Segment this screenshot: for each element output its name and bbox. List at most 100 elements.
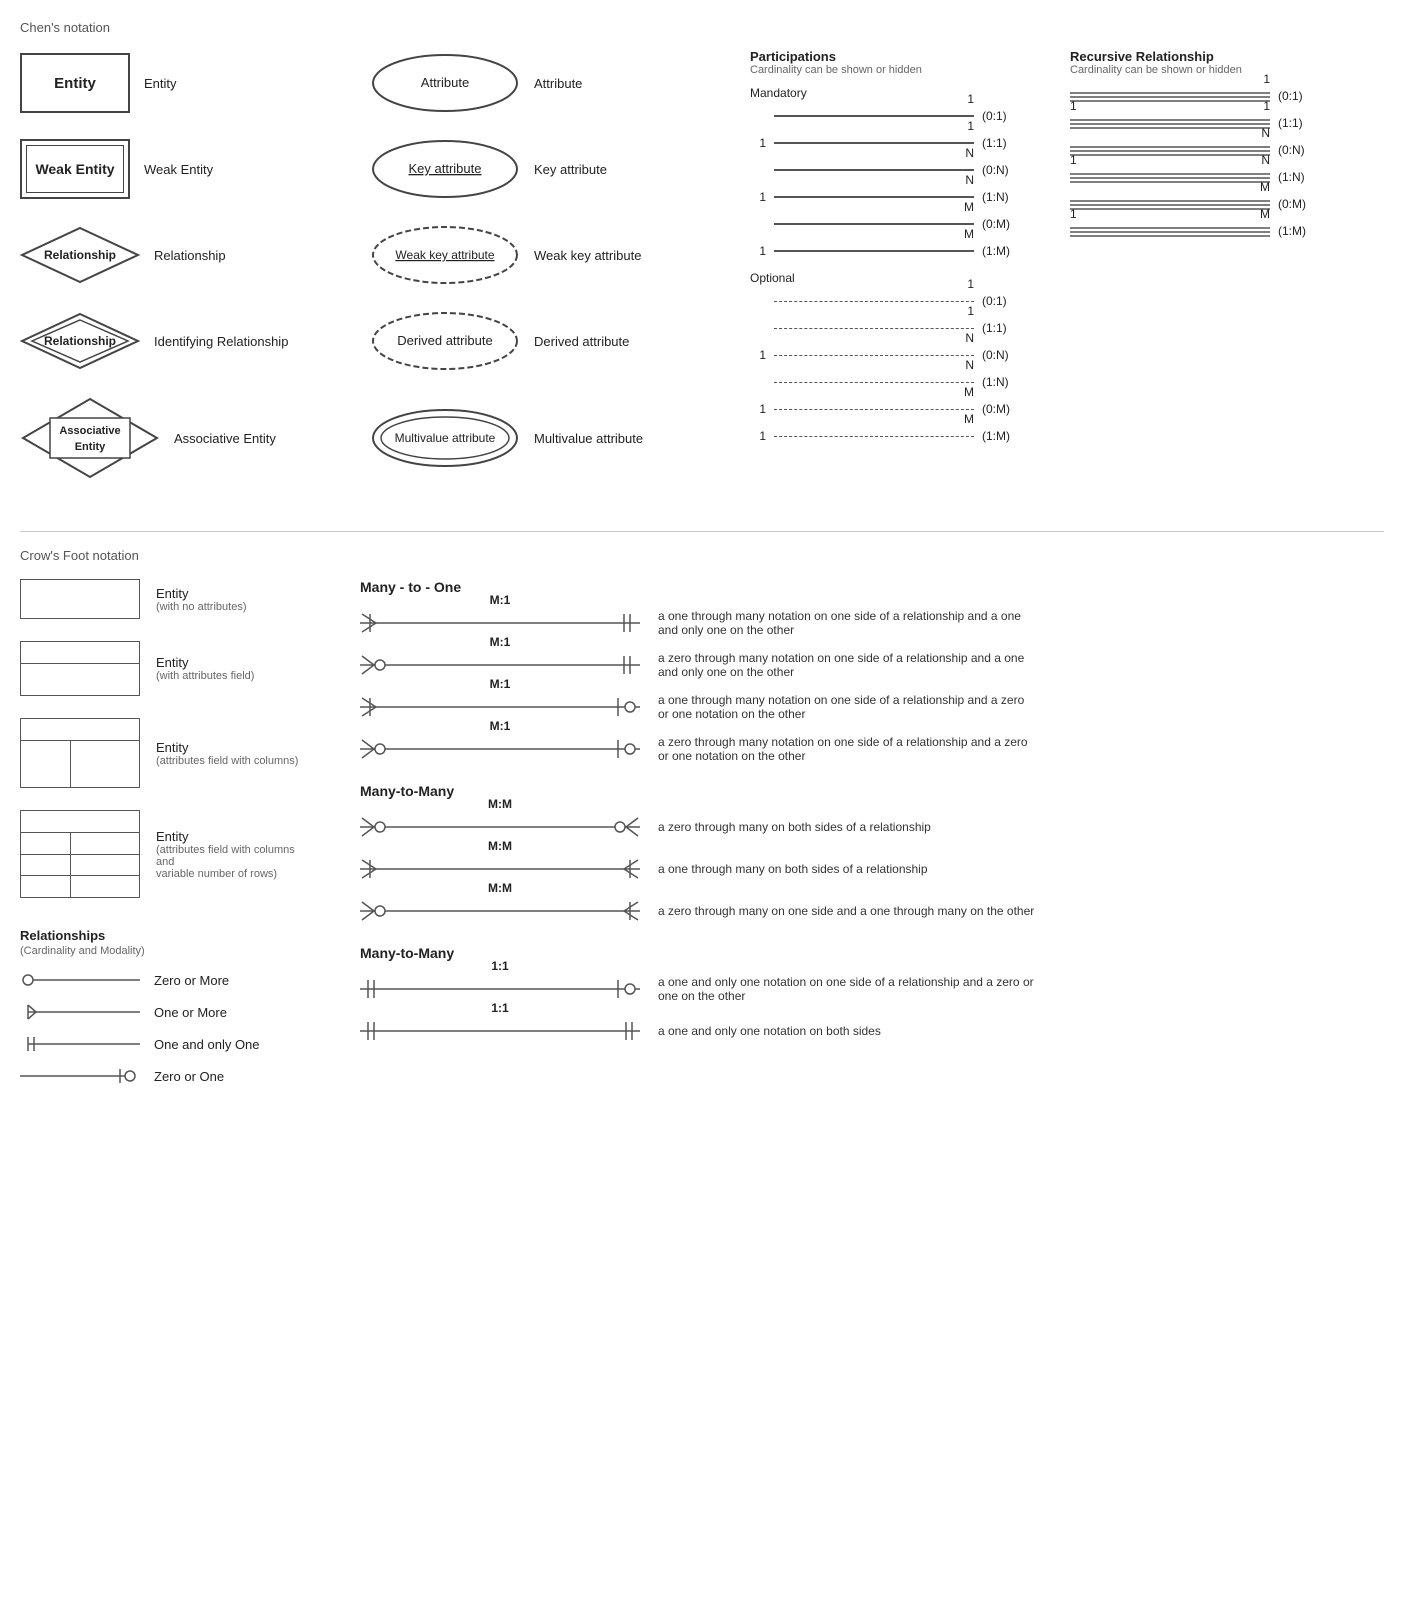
weak-key-attribute-desc: Weak key attribute [534, 248, 641, 263]
crows-title: Crow's Foot notation [20, 548, 1384, 563]
entity-box: Entity [20, 53, 130, 113]
relationships-subtitle: (Cardinality and Modality) [20, 945, 340, 957]
participations-title: Participations [750, 49, 1030, 64]
many-to-many-title: Many-to-Many [360, 783, 1384, 799]
mm-row-1: M:M a zero through [360, 813, 1384, 841]
part-row-o01: 1 (0:1) [750, 291, 1030, 311]
attribute-row: Attribute Attribute [370, 49, 730, 117]
svg-text:Multivalue attribute: Multivalue attribute [395, 431, 496, 445]
crow-attrs-entity-box [20, 641, 140, 696]
page-wrapper: Chen's notation Entity Entity Weak Entit… [20, 20, 1384, 1097]
mandatory-label: Mandatory [750, 86, 1030, 100]
rec-notation-01: (0:1) [1278, 89, 1303, 103]
many-to-one-title: Many - to - One [360, 579, 1384, 595]
entity-row: Entity Entity [20, 49, 360, 117]
svg-text:Associative: Associative [59, 425, 120, 437]
crow-plain-entity-box [20, 579, 140, 619]
rec-row-0N: N (0:N) [1070, 140, 1330, 160]
mm-desc-2: a one through many on both sides of a re… [658, 862, 928, 876]
crows-right-col: Many - to - One M:1 [360, 579, 1384, 1059]
chens-entities-col: Entity Entity Weak Entity Weak Entity [20, 49, 360, 501]
crow-cols-entity-box [20, 718, 140, 788]
entity-desc: Entity [144, 76, 177, 91]
rel-sym-one-one-row: One and only One [20, 1033, 340, 1055]
relationships-title: Relationships [20, 928, 340, 943]
crows-section: Crow's Foot notation Entity (with no att… [20, 531, 1384, 1097]
mm-row-3: M:M a zero through [360, 897, 1384, 925]
part-notation-m0M: (0:M) [982, 217, 1010, 231]
part-notation-m11: (1:1) [982, 136, 1007, 150]
mm-row-2: M:M a one through [360, 855, 1384, 883]
weak-key-attribute-ellipse: Weak key attribute [370, 224, 520, 286]
crow-attrs-entity-label: Entity [156, 655, 254, 670]
oo-row-2: 1:1 a one and only one notation on both … [360, 1017, 1384, 1045]
m1-row-1: M:1 a one through [360, 609, 1384, 637]
assoc-entity-desc: Associative Entity [174, 431, 276, 446]
crow-plain-entity-sublabel: (with no attributes) [156, 601, 246, 613]
crow-attrs-entity-sublabel: (with attributes field) [156, 670, 254, 682]
part-notation-m1M: (1:M) [982, 244, 1010, 258]
key-attribute-desc: Key attribute [534, 162, 607, 177]
relationship-desc: Relationship [154, 248, 226, 263]
chens-attributes-col: Attribute Attribute Key attribute Key at… [370, 49, 730, 501]
rec-row-01: 1 (0:1) [1070, 86, 1330, 106]
m1-row-4: M:1 a zero through [360, 735, 1384, 763]
rel-sym-one-more-row: One or More [20, 1001, 340, 1023]
mm-desc-3: a zero through many on one side and a on… [658, 904, 1034, 918]
svg-text:Relationship: Relationship [44, 334, 116, 348]
multivalue-attribute-row: Multivalue attribute Multivalue attribut… [370, 393, 730, 483]
crow-varrows-entity-sublabel: (attributes field with columns and varia… [156, 844, 296, 880]
chens-section: Chen's notation Entity Entity Weak Entit… [20, 20, 1384, 501]
assoc-entity-shape: Associative Entity [20, 396, 160, 481]
crow-cols-entity-sublabel: (attributes field with columns) [156, 755, 298, 767]
identifying-relationship-row: Relationship Identifying Relationship [20, 307, 360, 375]
recursive-col: Recursive Relationship Cardinality can b… [1070, 49, 1330, 501]
entity-label: Entity [54, 75, 96, 92]
part-row-o11: 1 (1:1) [750, 318, 1030, 338]
crow-plain-entity-row: Entity (with no attributes) [20, 579, 340, 619]
m1-desc-2: a zero through many notation on one side… [658, 651, 1038, 679]
crow-cols-entity-row: Entity (attributes field with columns) [20, 718, 340, 788]
part-row-m0M: M (0:M) [750, 214, 1030, 234]
m1-row-3: M:1 a one through many notation o [360, 693, 1384, 721]
m1-desc-4: a zero through many notation on one side… [658, 735, 1038, 763]
key-attribute-row: Key attribute Key attribute [370, 135, 730, 203]
svg-text:Key attribute: Key attribute [409, 161, 482, 176]
part-row-m11: 1 1 (1:1) [750, 133, 1030, 153]
weak-entity-box: Weak Entity [20, 139, 130, 199]
oo-row-1: 1:1 a one and only one notation on one s… [360, 975, 1384, 1003]
m1-row-2: M:1 a zero through [360, 651, 1384, 679]
part-notation-o1N: (1:N) [982, 375, 1009, 389]
rec-notation-0N: (0:N) [1278, 143, 1305, 157]
part-row-m1N: 1 N (1:N) [750, 187, 1030, 207]
part-row-o0M: 1 M (0:M) [750, 399, 1030, 419]
crow-attrs-entity-row: Entity (with attributes field) [20, 641, 340, 696]
svg-text:Entity: Entity [75, 441, 106, 453]
participations-col: Participations Cardinality can be shown … [750, 49, 1030, 501]
one-and-only-one-symbol [20, 1033, 140, 1055]
crow-varrows-entity-box [20, 810, 140, 898]
part-row-m01: 1 (0:1) [750, 106, 1030, 126]
part-notation-m1N: (1:N) [982, 190, 1009, 204]
svg-text:Weak key attribute: Weak key attribute [395, 248, 494, 262]
derived-attribute-row: Derived attribute Derived attribute [370, 307, 730, 375]
zero-or-one-symbol [20, 1065, 140, 1087]
relationship-diamond: Relationship [20, 225, 140, 285]
part-row-m1M: 1 M (1:M) [750, 241, 1030, 261]
rec-row-1M: 1 M (1:M) [1070, 221, 1330, 241]
part-notation-o01: (0:1) [982, 294, 1007, 308]
rec-notation-1N: (1:N) [1278, 170, 1305, 184]
part-row-m0N: N (0:N) [750, 160, 1030, 180]
svg-text:Derived attribute: Derived attribute [397, 333, 492, 348]
derived-attribute-desc: Derived attribute [534, 334, 629, 349]
participations-subtitle: Cardinality can be shown or hidden [750, 64, 1030, 76]
attribute-ellipse: Attribute [370, 52, 520, 114]
rec-row-1N: 1 N (1:N) [1070, 167, 1330, 187]
svg-text:Attribute: Attribute [421, 75, 469, 90]
rel-sym-zero-more-row: Zero or More [20, 969, 340, 991]
m1-desc-1: a one through many notation on one side … [658, 609, 1038, 637]
rec-notation-0M: (0:M) [1278, 197, 1306, 211]
part-notation-o0M: (0:M) [982, 402, 1010, 416]
multivalue-attribute-ellipse: Multivalue attribute [370, 407, 520, 469]
crow-plain-entity-label: Entity [156, 586, 246, 601]
